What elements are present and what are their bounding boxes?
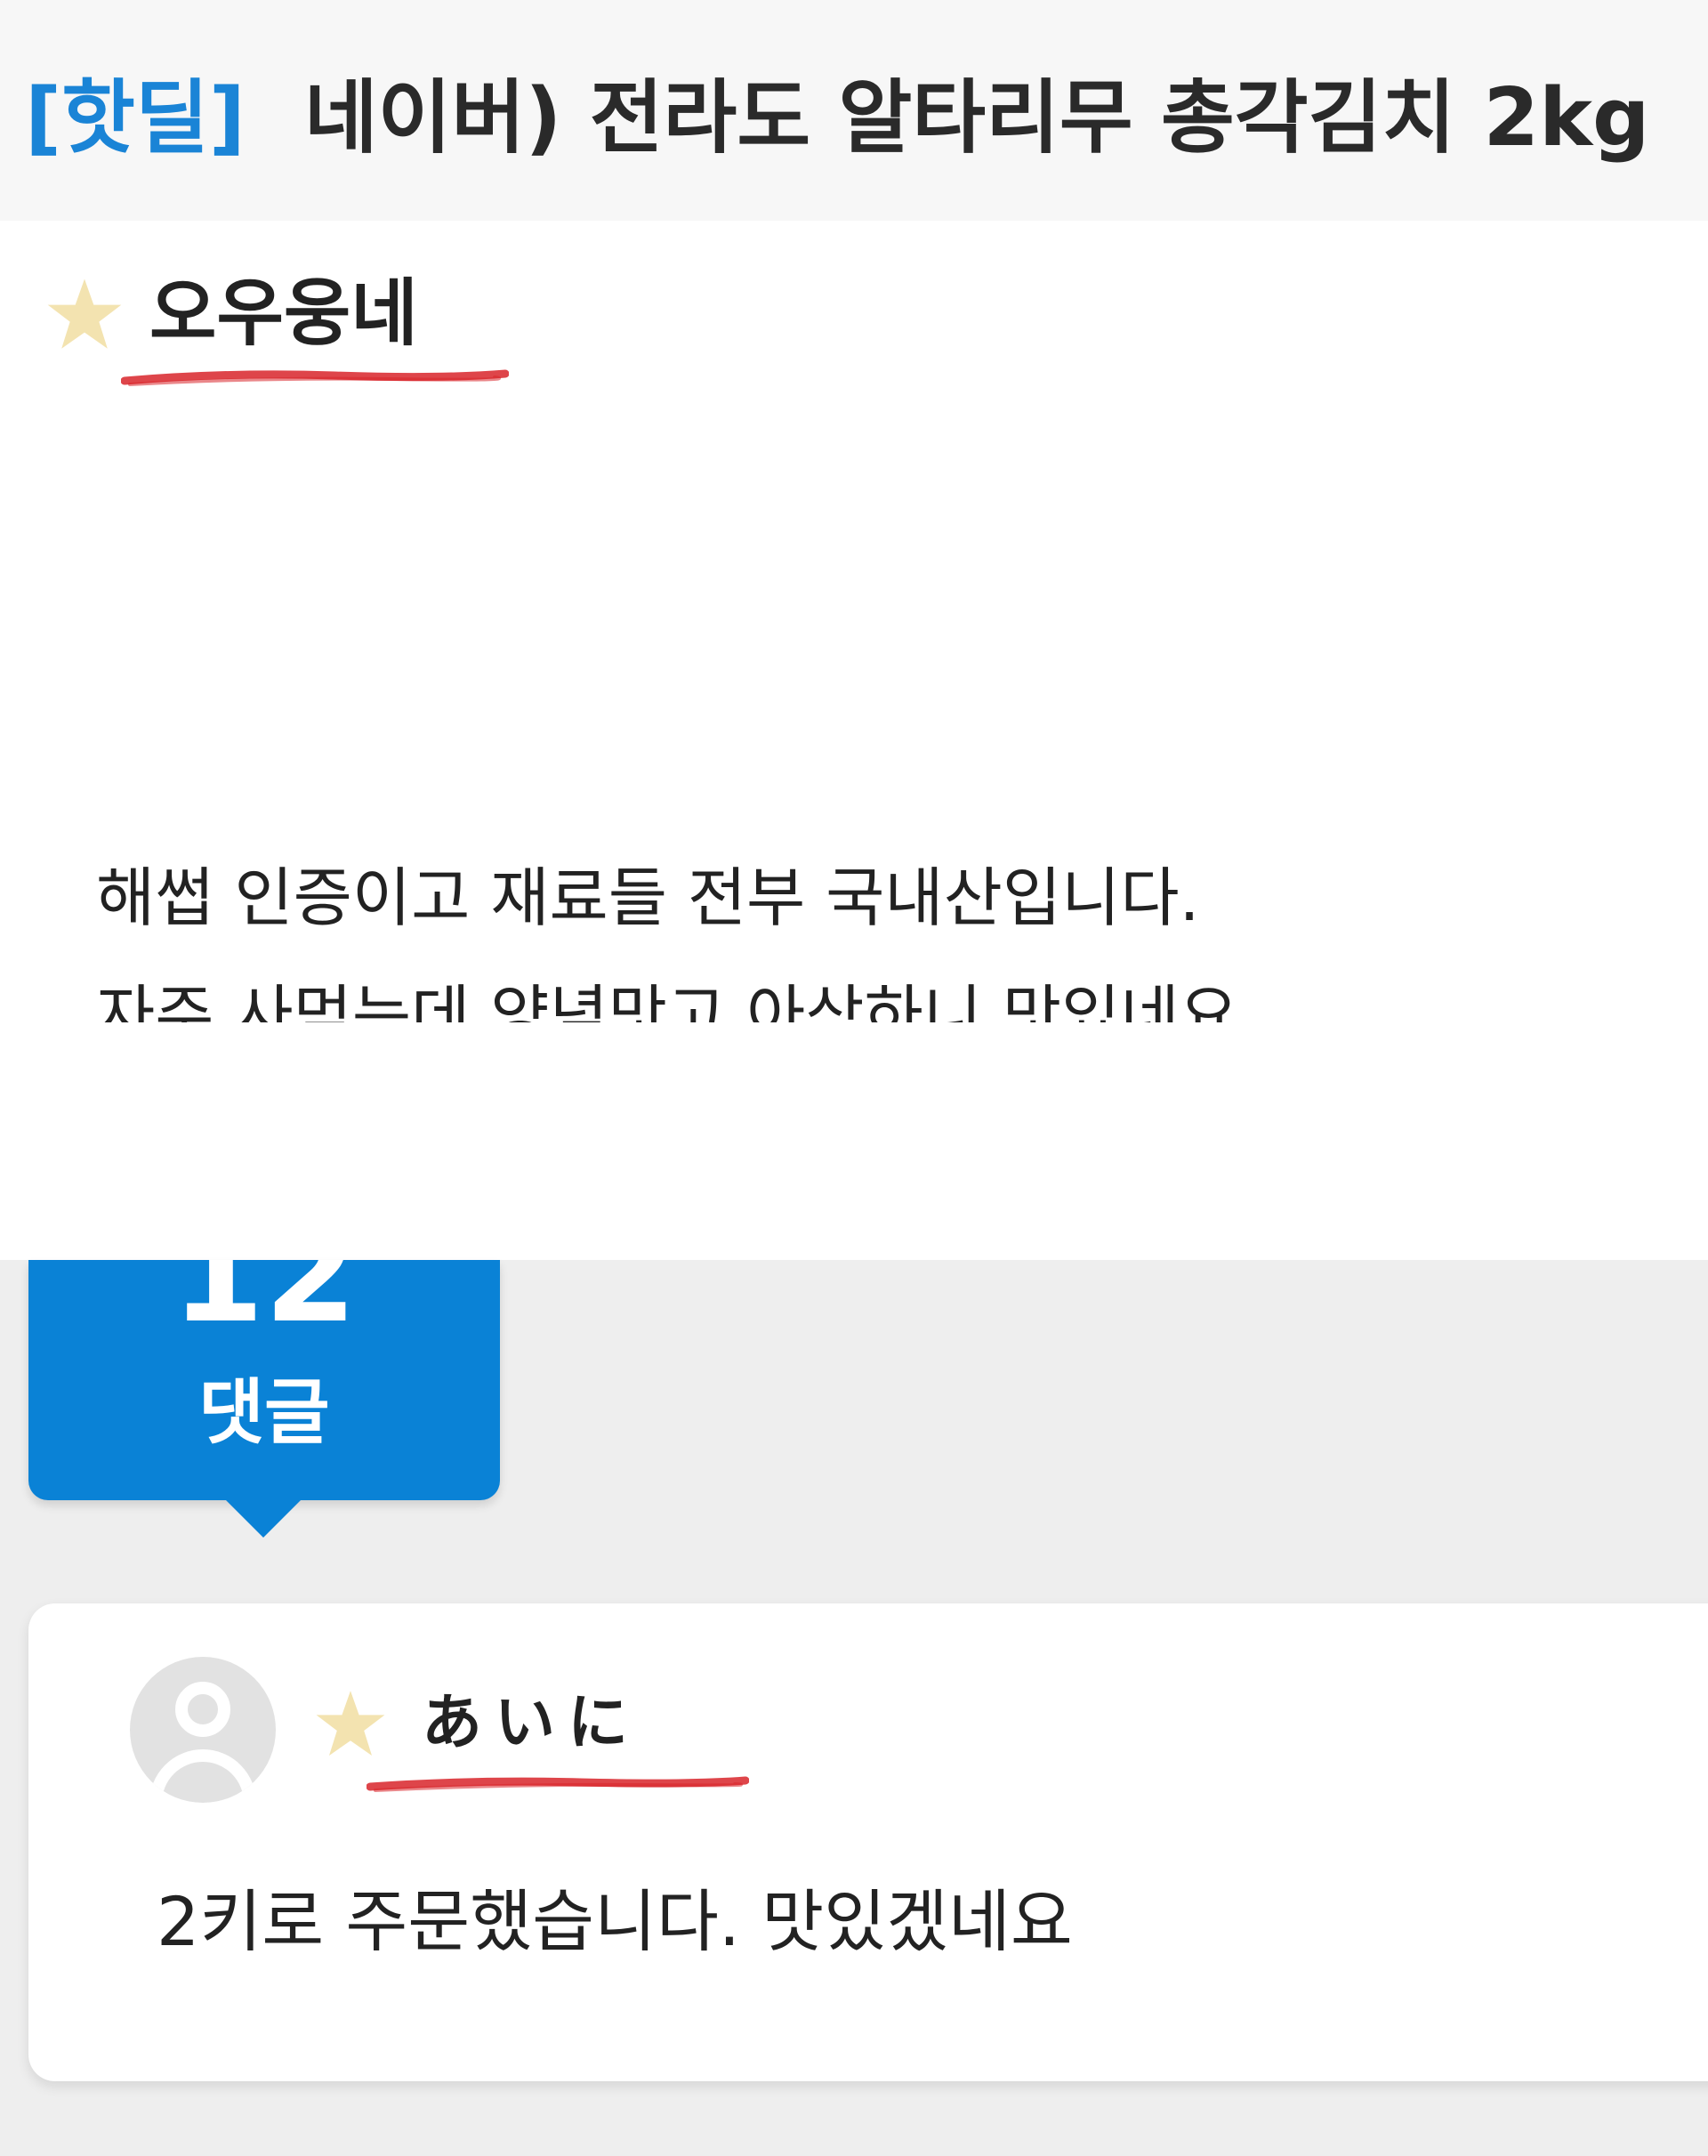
star-icon: [47, 279, 122, 349]
post-author[interactable]: 오우웅네: [46, 276, 418, 352]
post-header: [핫딜] 네이버) 전라도 알타리무 총각김치 2kg: [0, 0, 1708, 221]
comment-item: あいに 2키로 주문했습니다. 맛있겠네요: [28, 1603, 1708, 2081]
author-underline: [367, 1776, 749, 1792]
post-content-card: 오우웅네 해썹 인증이고 재료들 전부 국내산입니다. 자주 사먹는데 양념맛고…: [0, 221, 1708, 1260]
post-body-line: 해썹 인증이고 재료들 전부 국내산입니다.: [96, 860, 1200, 935]
category-tag[interactable]: [핫딜]: [25, 52, 246, 168]
comment-label: 댓글: [198, 1371, 330, 1454]
author-underline: [121, 369, 509, 386]
comment-count-badge: 12 댓글: [28, 1260, 500, 1500]
comment-count: 12: [28, 1260, 500, 1322]
star-icon: [316, 1691, 385, 1756]
comment-text: 2키로 주문했습니다. 맛있겠네요: [157, 1882, 1073, 1961]
post-title: 네이버) 전라도 알타리무 총각김치 2kg: [303, 71, 1650, 165]
user-avatar-icon[interactable]: [130, 1657, 276, 1803]
badge-pointer: [226, 1500, 301, 1538]
comment-author[interactable]: あいに: [315, 1688, 640, 1759]
comment-author-name: あいに: [422, 1688, 641, 1758]
post-body-line: 자주 사먹는데 양념맛고 아삭하니 맛있네요: [96, 983, 1238, 1022]
post-author-name: 오우웅네: [149, 271, 418, 356]
